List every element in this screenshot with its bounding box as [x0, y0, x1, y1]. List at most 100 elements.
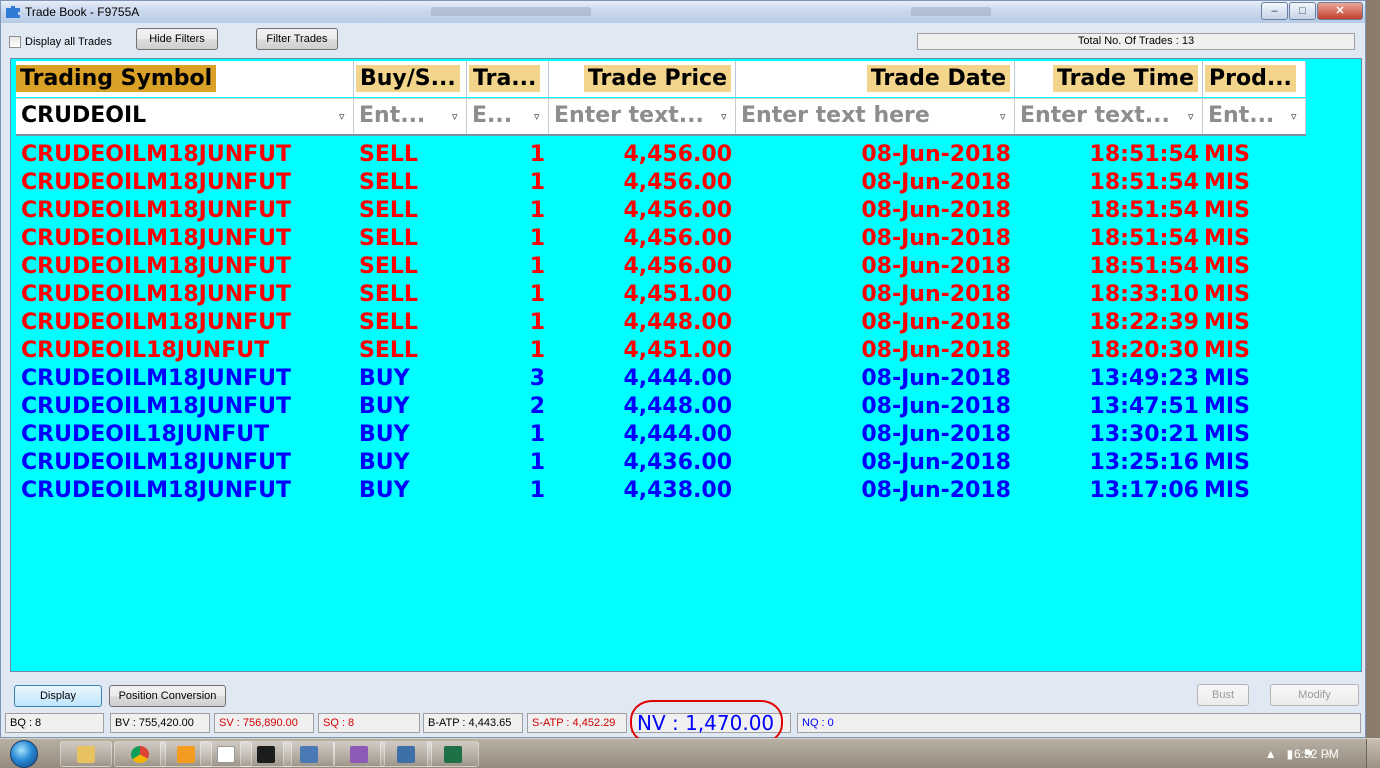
cell-time: 13:25:16: [1089, 450, 1199, 475]
cell-product: MIS: [1204, 338, 1250, 363]
header-trade-price[interactable]: Trade Price: [549, 61, 736, 97]
cell-product: MIS: [1204, 310, 1250, 335]
header-trade-time[interactable]: Trade Time: [1015, 61, 1203, 97]
funnel-icon[interactable]: ▿: [1291, 111, 1303, 123]
cell-date: 08-Jun-2018: [861, 254, 1011, 279]
cell-qty: 3: [529, 366, 545, 391]
filter-text[interactable]: Ent...: [1208, 103, 1274, 128]
table-row[interactable]: CRUDEOILM18JUNFUT BUY 1 4,436.00 08-Jun-2018…: [16, 449, 1306, 477]
filter-buy-sell[interactable]: Ent... ▿: [354, 98, 467, 134]
filter-text[interactable]: CRUDEOIL: [21, 103, 146, 128]
cell-side: SELL: [359, 338, 418, 363]
cell-side: SELL: [359, 170, 418, 195]
filter-text[interactable]: Enter text...: [1020, 103, 1170, 128]
filter-trade-price[interactable]: Enter text... ▿: [549, 98, 736, 134]
minimize-button[interactable]: –: [1261, 2, 1288, 20]
cell-side: BUY: [359, 450, 410, 475]
table-row[interactable]: CRUDEOILM18JUNFUT BUY 2 4,448.00 08-Jun-2018…: [16, 393, 1306, 421]
table-row[interactable]: CRUDEOIL18JUNFUT BUY 1 4,444.00 08-Jun-2018 1…: [16, 421, 1306, 449]
filter-product[interactable]: Ent... ▿: [1203, 98, 1306, 134]
taskbar-explorer[interactable]: [60, 741, 112, 767]
header-label: Trading Symbol: [16, 65, 217, 92]
header-trading-symbol[interactable]: Trading Symbol: [16, 61, 354, 97]
table-row[interactable]: CRUDEOILM18JUNFUT SELL 1 4,448.00 08-Jun-201…: [16, 309, 1306, 337]
filter-trading-symbol[interactable]: CRUDEOIL ▿: [16, 98, 354, 134]
funnel-icon[interactable]: ▿: [452, 111, 464, 123]
cell-price: 4,456.00: [623, 170, 732, 195]
maximize-button[interactable]: □: [1289, 2, 1316, 20]
clock[interactable]: 6:52 PM: [1294, 747, 1339, 761]
header-label: Trade Price: [583, 65, 731, 92]
cell-price: 4,456.00: [623, 254, 732, 279]
cell-date: 08-Jun-2018: [861, 226, 1011, 251]
funnel-icon[interactable]: ▿: [1188, 111, 1200, 123]
cell-qty: 1: [529, 478, 545, 503]
filter-text[interactable]: E...: [472, 103, 512, 128]
document-icon: [217, 746, 235, 763]
display-all-trades-toggle[interactable]: Display all Trades: [9, 36, 112, 48]
filter-text[interactable]: Ent...: [359, 103, 425, 128]
modify-button[interactable]: Modify: [1270, 684, 1359, 706]
funnel-icon[interactable]: ▿: [534, 111, 546, 123]
cell-date: 08-Jun-2018: [861, 142, 1011, 167]
table-row[interactable]: CRUDEOILM18JUNFUT BUY 1 4,438.00 08-Jun-2018…: [16, 477, 1306, 505]
cell-side: BUY: [359, 422, 410, 447]
header-product[interactable]: Prod...: [1203, 61, 1306, 97]
cell-product: MIS: [1204, 226, 1250, 251]
funnel-icon[interactable]: ▿: [721, 111, 733, 123]
window-title: Trade Book - F9755A: [25, 5, 140, 19]
cell-symbol: CRUDEOIL18JUNFUT: [21, 422, 270, 447]
close-button[interactable]: ✕: [1317, 2, 1363, 20]
table-row[interactable]: CRUDEOIL18JUNFUT SELL 1 4,451.00 08-Jun-2018…: [16, 337, 1306, 365]
header-buy-sell[interactable]: Buy/S...: [354, 61, 467, 97]
trading-chart-icon: [257, 746, 275, 763]
funnel-icon[interactable]: ▿: [339, 111, 351, 123]
table-row[interactable]: CRUDEOILM18JUNFUT SELL 1 4,456.00 08-Jun-201…: [16, 197, 1306, 225]
hide-filters-button[interactable]: Hide Filters: [136, 28, 218, 50]
bust-button[interactable]: Bust: [1197, 684, 1249, 706]
cell-side: SELL: [359, 198, 418, 223]
display-all-checkbox[interactable]: [9, 36, 21, 48]
cell-date: 08-Jun-2018: [861, 422, 1011, 447]
filter-trade-time[interactable]: Enter text... ▿: [1015, 98, 1203, 134]
filter-text[interactable]: Enter text...: [554, 103, 704, 128]
display-button[interactable]: Display: [14, 685, 102, 707]
filter-text[interactable]: Enter text here: [741, 103, 930, 128]
show-desktop-button[interactable]: [1366, 739, 1380, 768]
position-conversion-button[interactable]: Position Conversion: [109, 685, 226, 707]
cell-qty: 1: [529, 226, 545, 251]
cell-product: MIS: [1204, 170, 1250, 195]
header-trade-date[interactable]: Trade Date: [736, 61, 1015, 97]
taskbar-window[interactable]: [283, 741, 335, 767]
table-row[interactable]: CRUDEOILM18JUNFUT SELL 1 4,456.00 08-Jun-201…: [16, 169, 1306, 197]
cell-product: MIS: [1204, 198, 1250, 223]
cell-product: MIS: [1204, 282, 1250, 307]
cell-date: 08-Jun-2018: [861, 282, 1011, 307]
cell-time: 18:51:54: [1089, 198, 1199, 223]
filter-trade-date[interactable]: Enter text here ▿: [736, 98, 1015, 134]
filter-trade-qty[interactable]: E... ▿: [467, 98, 549, 134]
start-button[interactable]: [2, 740, 54, 768]
title-ghost-text: [911, 7, 991, 16]
taskbar-excel[interactable]: [427, 741, 479, 767]
cell-price: 4,448.00: [623, 394, 732, 419]
cell-symbol: CRUDEOILM18JUNFUT: [21, 394, 292, 419]
table-row[interactable]: CRUDEOILM18JUNFUT SELL 1 4,456.00 08-Jun-201…: [16, 141, 1306, 169]
cell-time: 18:51:54: [1089, 170, 1199, 195]
network-icon: [397, 746, 415, 763]
signal-icon[interactable]: ▮: [1287, 747, 1294, 761]
table-row[interactable]: CRUDEOILM18JUNFUT SELL 1 4,456.00 08-Jun-201…: [16, 225, 1306, 253]
taskbar-app-triangle[interactable]: [333, 741, 385, 767]
taskbar-chrome[interactable]: [114, 741, 166, 767]
excel-icon: [444, 746, 462, 763]
table-row[interactable]: CRUDEOILM18JUNFUT BUY 3 4,444.00 08-Jun-2018…: [16, 365, 1306, 393]
funnel-icon[interactable]: ▿: [1000, 111, 1012, 123]
taskbar: ▲ ▮ ⚑ ♪ 6:52 PM: [0, 738, 1380, 768]
tray-up-arrow-icon[interactable]: ▲: [1265, 747, 1277, 761]
filter-trades-button[interactable]: Filter Trades: [256, 28, 338, 50]
taskbar-app-globe[interactable]: [380, 741, 432, 767]
table-row[interactable]: CRUDEOILM18JUNFUT SELL 1 4,456.00 08-Jun-201…: [16, 253, 1306, 281]
header-trade-qty[interactable]: Tra...: [467, 61, 549, 97]
triangle-app-icon: [350, 746, 368, 763]
table-row[interactable]: CRUDEOILM18JUNFUT SELL 1 4,451.00 08-Jun-201…: [16, 281, 1306, 309]
